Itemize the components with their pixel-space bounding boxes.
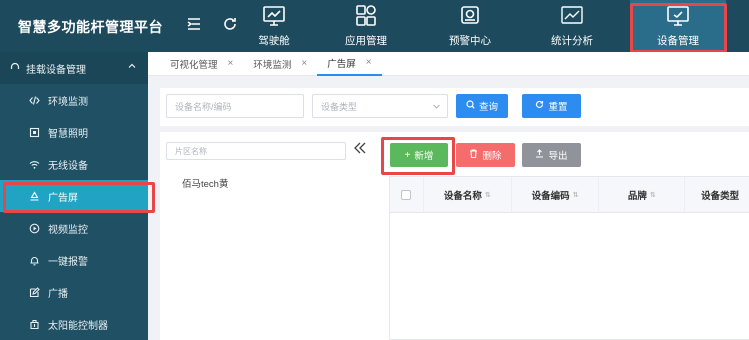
column-header-label: 设备编码: [531, 190, 570, 202]
search-label: 查询: [478, 102, 498, 113]
line-chart-icon: [561, 6, 583, 24]
sidebar-item-environment[interactable]: 环境监测: [0, 84, 148, 116]
sidebar-item-label: 视频监控: [48, 224, 88, 236]
sidebar-item-label: 智慧照明: [48, 128, 88, 140]
sidebar-item-label: 广播: [48, 288, 68, 300]
nav-label: 驾驶舱: [258, 35, 290, 47]
brand-title: 智慧多功能杆管理平台: [18, 19, 163, 35]
column-header-name[interactable]: 设备名称 ⇅: [424, 176, 512, 213]
close-icon[interactable]: ×: [366, 57, 372, 68]
area-tree-panel: 片区名称 佰马tech黄: [160, 132, 382, 340]
dashboard-icon: [263, 6, 285, 26]
tab-visual-management[interactable]: 可视化管理 ×: [160, 52, 243, 76]
tab-label: 环境监测: [253, 59, 292, 71]
close-icon[interactable]: ×: [301, 58, 307, 69]
sidebar-item-label: 太阳能控制器: [48, 320, 108, 332]
sidebar-item-video[interactable]: 视频监控: [0, 212, 148, 244]
nav-cockpit[interactable]: 驾驶舱: [228, 0, 320, 52]
close-icon[interactable]: ×: [228, 58, 234, 69]
tab-bar: 可视化管理 × 环境监测 × 广告屏 ×: [148, 52, 749, 76]
alarm-icon: [461, 6, 479, 24]
reset-icon: [535, 100, 544, 112]
table-header: 设备名称 ⇅ 设备编码 ⇅ 品牌 ⇅ 设备类型: [390, 176, 749, 213]
menu-fold-icon[interactable]: [186, 16, 204, 34]
tab-label: 广告屏: [327, 58, 356, 70]
device-name-placeholder: 设备名称/编码: [175, 101, 232, 112]
device-table: 设备名称 ⇅ 设备编码 ⇅ 品牌 ⇅ 设备类型: [389, 176, 749, 340]
trash-icon: [469, 149, 478, 161]
search-icon: [466, 100, 475, 112]
apps-grid-icon: [356, 5, 376, 26]
export-icon: [535, 149, 544, 161]
column-header-code[interactable]: 设备编码 ⇅: [512, 176, 600, 213]
billboard-icon: [28, 190, 40, 202]
headset-icon: [10, 62, 20, 75]
nav-alert-center[interactable]: 预警中心: [424, 0, 516, 52]
delete-button[interactable]: 删除: [456, 143, 515, 167]
video-icon: [28, 222, 40, 234]
delete-label: 删除: [482, 151, 502, 162]
sidebar: 挂载设备管理 环境监测 智慧照明 无线设备 广告屏 视频监控 一键报警 广播 太…: [0, 52, 148, 340]
filter-bar: 设备名称/编码 设备类型 查询 重置: [160, 88, 749, 126]
device-type-select[interactable]: 设备类型: [312, 94, 448, 118]
add-button[interactable]: + 新增: [390, 143, 448, 167]
sidebar-item-broadcast[interactable]: 广播: [0, 276, 148, 308]
device-name-input[interactable]: 设备名称/编码: [166, 94, 304, 118]
nav-label: 统计分析: [551, 35, 593, 47]
search-button[interactable]: 查询: [456, 94, 508, 118]
device-type-placeholder: 设备类型: [321, 101, 358, 112]
lamp-icon: [28, 126, 40, 138]
sidebar-item-label: 无线设备: [48, 160, 88, 172]
code-icon: [28, 94, 40, 106]
wifi-icon: [28, 158, 40, 170]
sort-icon: ⇅: [572, 191, 579, 199]
export-button[interactable]: 导出: [522, 143, 581, 167]
sidebar-item-label: 广告屏: [48, 192, 78, 204]
chevron-down-icon: [432, 102, 441, 113]
reset-button[interactable]: 重置: [522, 94, 581, 118]
tab-environment[interactable]: 环境监测 ×: [243, 52, 317, 76]
column-header-label: 品牌: [627, 190, 647, 202]
nav-label: 应用管理: [345, 35, 387, 47]
select-all-checkbox[interactable]: [401, 189, 412, 200]
sidebar-group-mounted-devices[interactable]: 挂载设备管理: [0, 52, 148, 84]
solar-icon: [28, 318, 40, 330]
nav-statistics[interactable]: 统计分析: [526, 0, 618, 52]
sidebar-item-billboard[interactable]: 广告屏: [0, 180, 148, 212]
nav-label: 设备管理: [657, 35, 699, 47]
sort-icon: ⇅: [649, 191, 656, 199]
collapse-left-icon[interactable]: [353, 141, 367, 160]
nav-label: 预警中心: [449, 35, 491, 47]
chevron-up-icon: [128, 62, 136, 73]
nav-app-management[interactable]: 应用管理: [320, 0, 412, 52]
add-label: 新增: [414, 151, 434, 162]
sidebar-item-lighting[interactable]: 智慧照明: [0, 116, 148, 148]
sidebar-item-alarm[interactable]: 一键报警: [0, 244, 148, 276]
column-header-label: 设备类型: [701, 190, 740, 202]
tab-billboard[interactable]: 广告屏 ×: [317, 52, 382, 76]
alarm-bell-icon: [28, 254, 40, 266]
export-label: 导出: [548, 151, 568, 162]
sidebar-item-wireless[interactable]: 无线设备: [0, 148, 148, 180]
edit-icon: [28, 286, 40, 298]
plus-icon: +: [404, 149, 411, 161]
sidebar-item-label: 环境监测: [48, 96, 88, 108]
tab-label: 可视化管理: [170, 59, 218, 71]
column-header-label: 设备名称: [443, 190, 482, 202]
sidebar-item-solar[interactable]: 太阳能控制器: [0, 308, 148, 340]
area-search-placeholder: 片区名称: [175, 146, 207, 156]
reset-label: 重置: [548, 102, 568, 113]
select-all-cell: [390, 176, 424, 213]
sidebar-group-label: 挂载设备管理: [26, 64, 86, 76]
area-search-input[interactable]: 片区名称: [166, 142, 346, 160]
nav-device-management[interactable]: 设备管理: [630, 0, 726, 52]
sort-icon: ⇅: [484, 191, 491, 199]
tree-node[interactable]: 佰马tech黄: [182, 176, 228, 190]
sidebar-item-label: 一键报警: [48, 256, 88, 268]
monitor-icon: [667, 6, 689, 26]
column-header-brand[interactable]: 品牌 ⇅: [599, 176, 686, 213]
top-header: 智慧多功能杆管理平台 驾驶舱 应用管理 预警中心 统计分析 设备管理: [0, 0, 749, 52]
column-header-type[interactable]: 设备类型: [685, 177, 749, 213]
